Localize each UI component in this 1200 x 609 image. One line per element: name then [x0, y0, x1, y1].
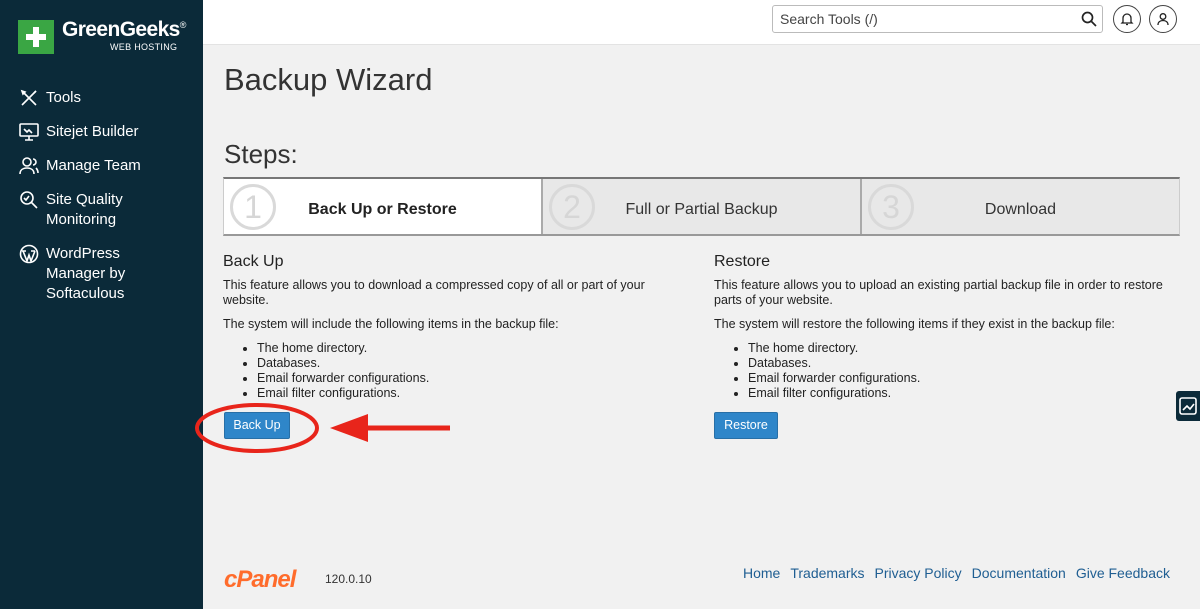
footer-link-trademarks[interactable]: Trademarks: [790, 565, 864, 581]
sidebar-item-sitejet[interactable]: Sitejet Builder: [19, 122, 139, 142]
step-label: Back Up or Restore: [308, 201, 457, 218]
team-icon: [19, 157, 39, 175]
sidebar-item-label: Site Quality Monitoring: [46, 191, 123, 228]
magnifier-icon: [20, 191, 38, 209]
bell-icon: [1120, 13, 1134, 26]
list-item: Email forwarder configurations.: [257, 371, 683, 386]
sidebar-item-label: Manage Team: [46, 157, 141, 174]
list-item: Email forwarder configurations.: [748, 371, 1174, 386]
registered-mark: ®: [179, 20, 187, 30]
wordpress-icon: [19, 244, 39, 264]
top-header: Search Tools (/): [203, 0, 1200, 45]
analytics-widget[interactable]: [1176, 391, 1200, 421]
restore-items-list: The home directory. Databases. Email for…: [714, 341, 1174, 401]
restore-heading: Restore: [714, 253, 771, 270]
arrow-head: [330, 414, 368, 442]
restore-button[interactable]: Restore: [714, 412, 778, 439]
footer-link-documentation[interactable]: Documentation: [972, 565, 1066, 581]
sidebar: GreenGeeks® WEB HOSTING Tools Sitejet Bu…: [0, 0, 203, 609]
notifications-button[interactable]: [1113, 5, 1141, 33]
backup-items-list: The home directory. Databases. Email for…: [223, 341, 683, 401]
restore-section: Restore This feature allows you to uploa…: [714, 253, 1174, 401]
list-item: The home directory.: [257, 341, 683, 356]
brand-name: GreenGeeks: [62, 18, 180, 41]
user-account-button[interactable]: [1149, 5, 1177, 33]
sidebar-item-site-quality[interactable]: Site Quality Monitoring: [19, 190, 139, 230]
monitor-icon: [19, 123, 39, 141]
user-icon: [1157, 13, 1169, 26]
step-label: Full or Partial Backup: [625, 201, 778, 218]
page-title: Backup Wizard: [224, 62, 433, 97]
search-icon[interactable]: [1081, 11, 1097, 27]
annotation-highlight: [195, 403, 450, 453]
steps-label: Steps:: [224, 139, 298, 169]
sidebar-item-tools[interactable]: Tools: [19, 88, 81, 108]
sidebar-item-manage-team[interactable]: Manage Team: [19, 156, 141, 176]
footer-link-privacy[interactable]: Privacy Policy: [875, 565, 962, 581]
tools-icon: [20, 89, 37, 106]
backup-section: Back Up This feature allows you to downl…: [223, 253, 683, 401]
backup-heading: Back Up: [223, 253, 284, 270]
brand-subtitle: WEB HOSTING: [110, 42, 178, 52]
plus-icon: [18, 20, 54, 54]
annotation-ellipse: [195, 403, 319, 453]
sidebar-item-label: WordPress Manager by Softaculous: [46, 245, 126, 302]
footer-link-home[interactable]: Home: [743, 565, 780, 581]
footer-link-feedback[interactable]: Give Feedback: [1076, 565, 1170, 581]
step-3: 3 Download: [860, 179, 1179, 234]
cpanel-logo-text: cPanel: [224, 566, 296, 593]
sidebar-item-label: Sitejet Builder: [46, 123, 139, 140]
list-item: Email filter configurations.: [748, 386, 1174, 401]
step-1: 1 Back Up or Restore: [224, 179, 541, 234]
cpanel-version: 120.0.10: [325, 572, 372, 586]
search-placeholder: Search Tools (/): [780, 11, 878, 27]
list-item: Databases.: [748, 356, 1174, 371]
footer-links: Home Trademarks Privacy Policy Documenta…: [743, 565, 1170, 581]
step-label: Download: [984, 201, 1057, 218]
wizard-steps: 1 Back Up or Restore 2 Full or Partial B…: [223, 177, 1180, 236]
list-item: Databases.: [257, 356, 683, 371]
cpanel-logo[interactable]: cPanel: [224, 566, 296, 594]
restore-intro: The system will restore the following it…: [714, 317, 1115, 331]
step-2: 2 Full or Partial Backup: [541, 179, 860, 234]
chart-icon: [1179, 397, 1197, 415]
search-tools-input[interactable]: Search Tools (/): [772, 5, 1103, 33]
backup-description: This feature allows you to download a co…: [223, 278, 645, 307]
sidebar-item-label: Tools: [46, 89, 82, 106]
sidebar-item-wordpress[interactable]: WordPress Manager by Softaculous: [19, 244, 139, 304]
backup-intro: The system will include the following it…: [223, 317, 559, 331]
restore-description: This feature allows you to upload an exi…: [714, 278, 1163, 307]
list-item: The home directory.: [748, 341, 1174, 356]
list-item: Email filter configurations.: [257, 386, 683, 401]
